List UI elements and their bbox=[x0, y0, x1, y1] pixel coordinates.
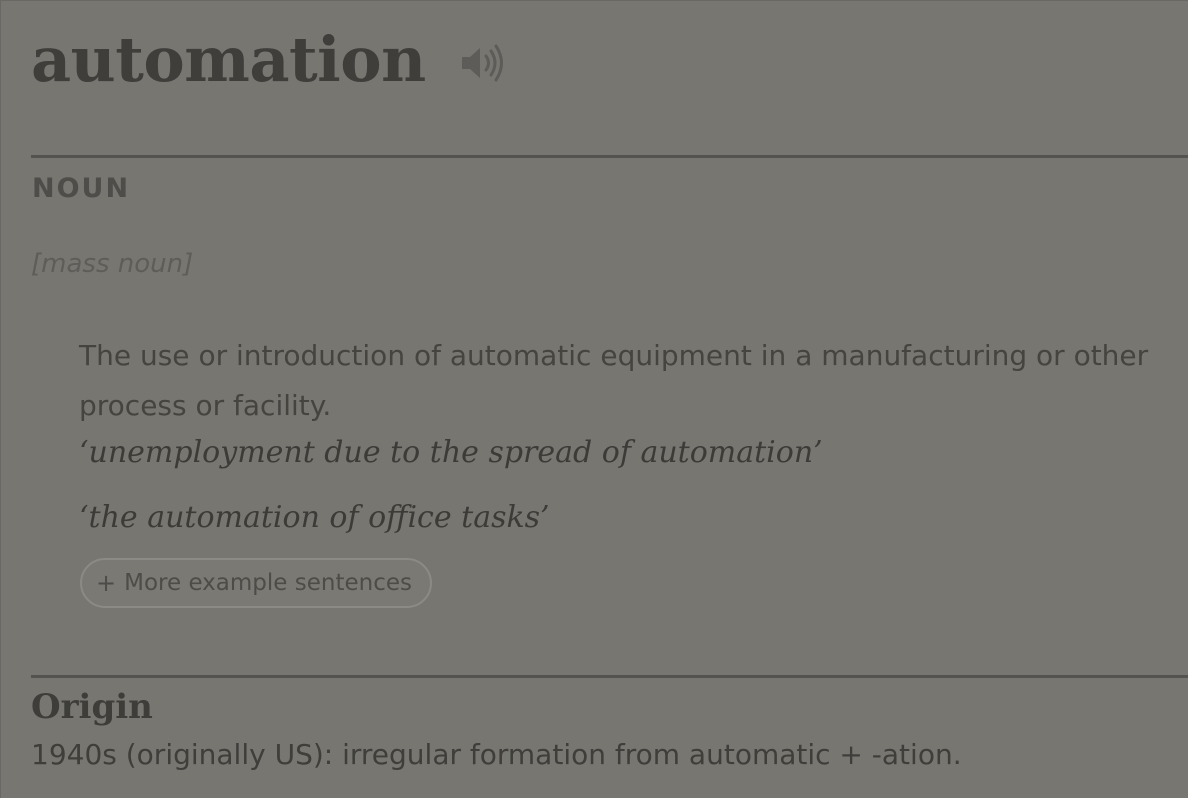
headword-row: automation bbox=[31, 15, 506, 105]
example-sentence: ‘the automation of office tasks’ bbox=[79, 500, 550, 535]
section-divider bbox=[31, 155, 1188, 158]
more-example-sentences-button[interactable]: + More example sentences bbox=[80, 558, 432, 608]
speaker-icon[interactable] bbox=[458, 43, 506, 83]
plus-icon: + bbox=[96, 569, 117, 597]
origin-text: 1940s (originally US): irregular formati… bbox=[31, 738, 962, 771]
part-of-speech: NOUN bbox=[32, 173, 131, 204]
headword: automation bbox=[31, 23, 426, 96]
definition-text: The use or introduction of automatic equ… bbox=[79, 339, 1149, 422]
section-divider bbox=[31, 675, 1188, 678]
dictionary-entry-page: automation NOUN [mass noun] The use or i… bbox=[0, 0, 1188, 798]
example-sentence: ‘unemployment due to the spread of autom… bbox=[79, 435, 823, 470]
grammar-note: [mass noun] bbox=[31, 249, 194, 279]
origin-heading: Origin bbox=[31, 687, 153, 727]
more-example-sentences-label: More example sentences bbox=[124, 570, 412, 596]
